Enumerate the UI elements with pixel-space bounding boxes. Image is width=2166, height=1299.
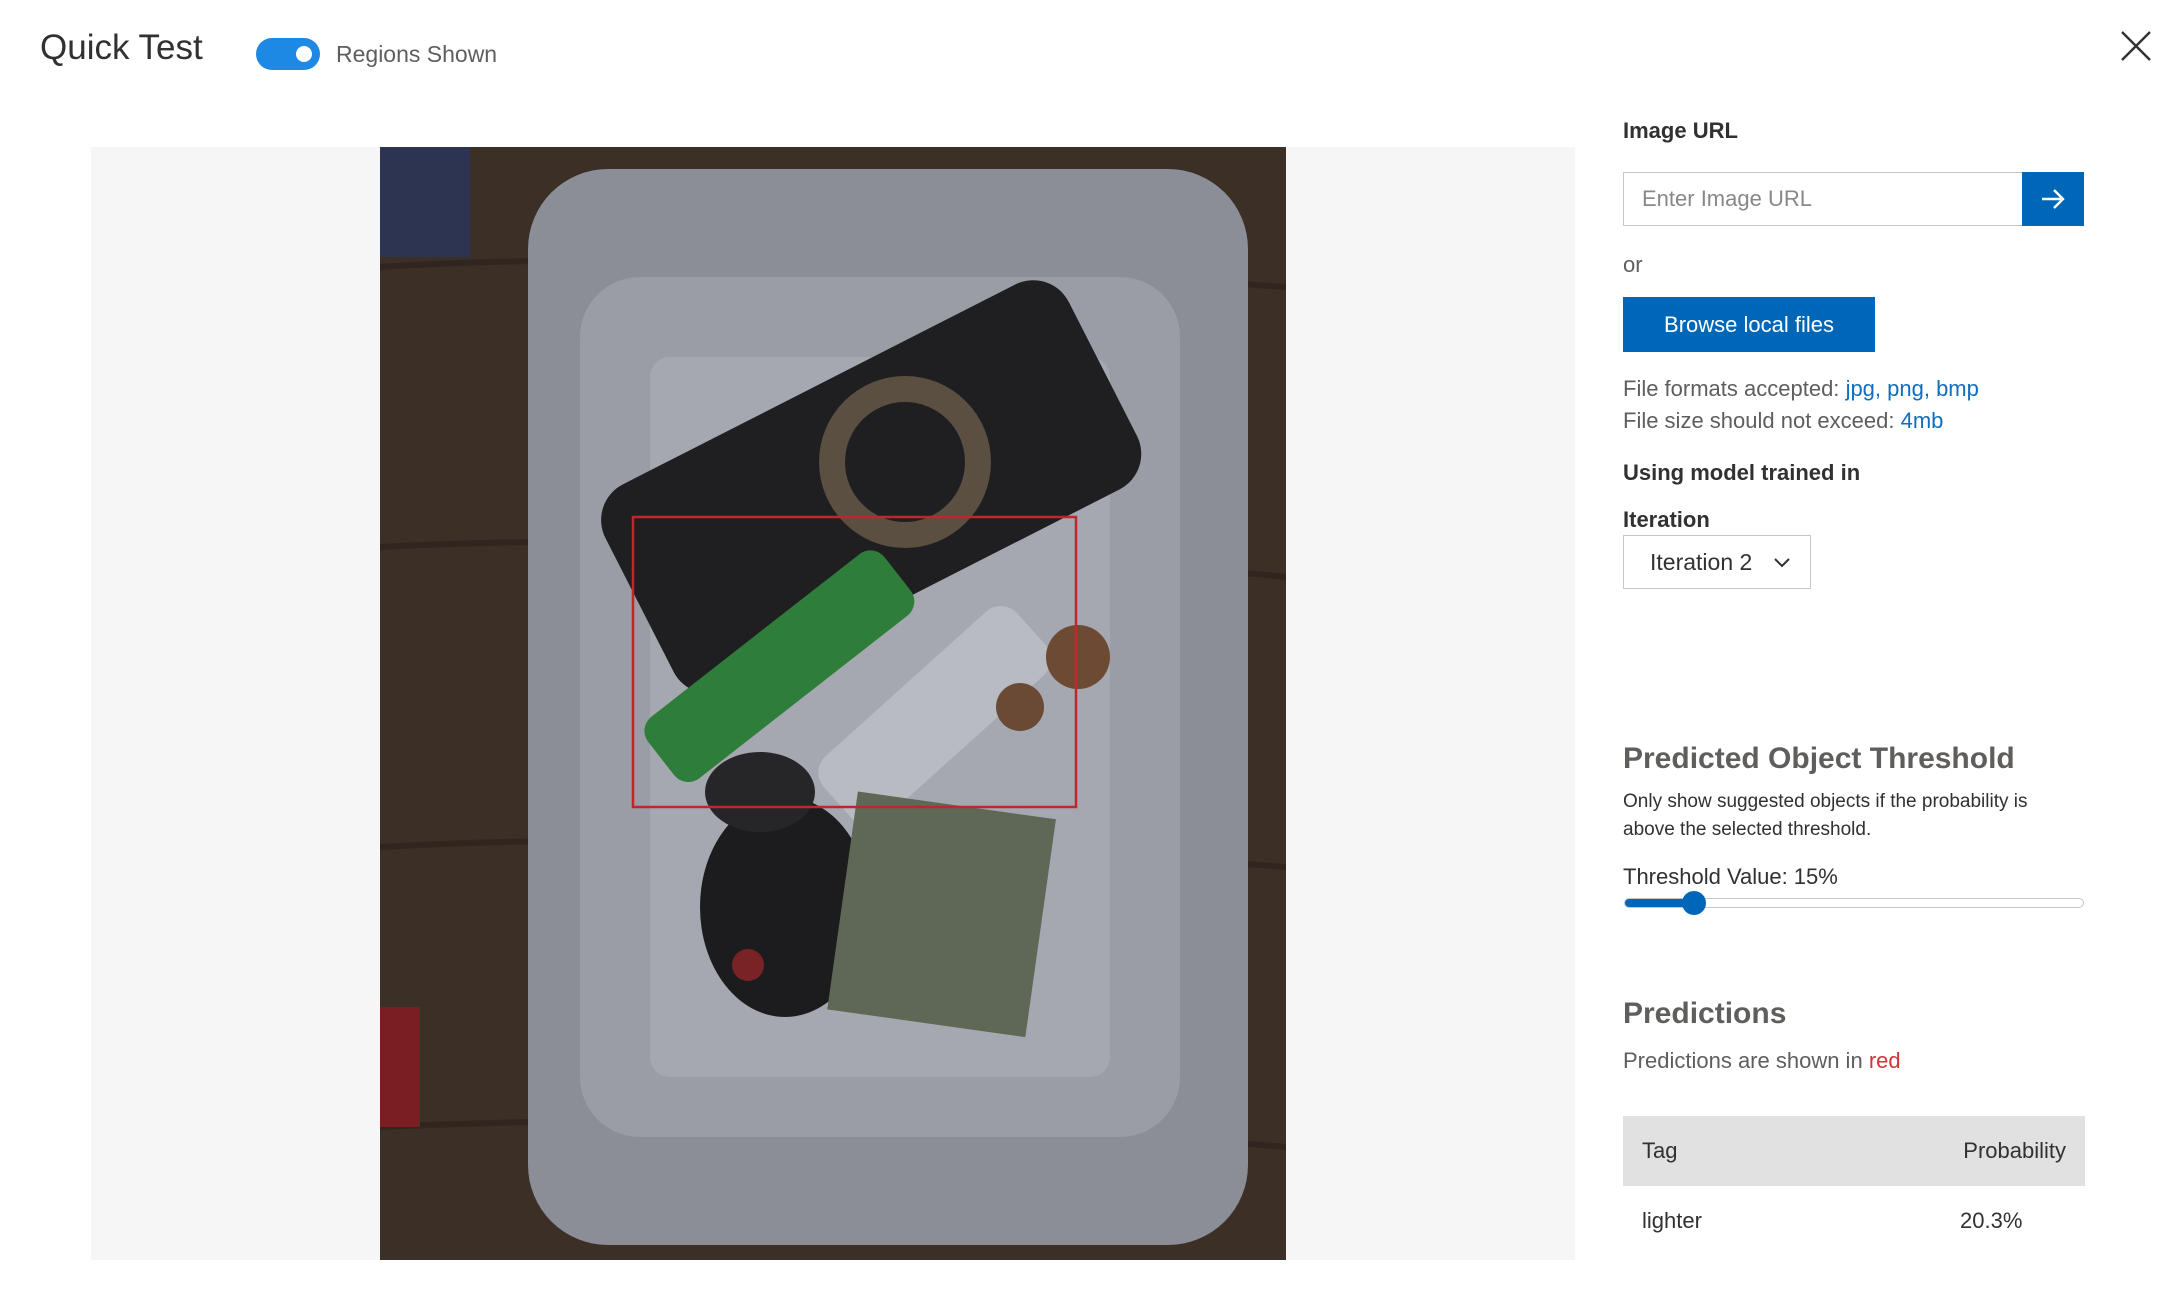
column-probability: Probability	[1963, 1138, 2066, 1163]
column-tag: Tag	[1642, 1138, 1678, 1163]
slider-thumb[interactable]	[1681, 891, 1706, 915]
threshold-value-label: Threshold Value: 15%	[1623, 864, 1838, 889]
file-size: File size should not exceed: 4mb	[1623, 408, 1943, 434]
threshold-description: Only show suggested objects if the proba…	[1623, 791, 2028, 840]
toggle-knob	[296, 46, 312, 62]
image-url-label: Image URL	[1623, 118, 1738, 143]
browse-local-files-button[interactable]: Browse local files	[1623, 297, 1875, 352]
row-tag: lighter	[1642, 1208, 1702, 1233]
threshold-slider[interactable]	[1624, 891, 2084, 915]
model-heading: Using model trained in	[1623, 460, 1861, 485]
table-row: lighter 20.3%	[1623, 1186, 2085, 1256]
predictions-heading: Predictions	[1623, 997, 1787, 1030]
threshold-heading: Predicted Object Threshold	[1623, 742, 2015, 775]
predictions-note-prefix: Predictions are shown in	[1623, 1048, 1863, 1073]
row-probability: 20.3%	[1960, 1208, 2023, 1233]
predictions-note: Predictions are shown in red	[1623, 1048, 1901, 1074]
or-text: or	[1623, 252, 1643, 277]
arrow-right-icon	[2042, 189, 2065, 209]
file-size-prefix: File size should not exceed:	[1623, 408, 1895, 433]
file-size-value: 4mb	[1900, 408, 1944, 433]
image-url-input[interactable]	[1623, 172, 2023, 226]
iteration-dropdown[interactable]: Iteration 2	[1623, 535, 1811, 589]
table-header: Tag Probability	[1623, 1116, 2085, 1186]
page-title: Quick Test	[40, 28, 203, 67]
iteration-label: Iteration	[1623, 507, 1710, 532]
submit-url-button[interactable]	[2022, 172, 2084, 226]
chevron-down-icon	[1774, 558, 1790, 568]
predictions-color-word: red	[1868, 1048, 1901, 1073]
toggle-label: Regions Shown	[336, 41, 498, 67]
test-image	[380, 147, 1286, 1260]
close-icon[interactable]	[2118, 28, 2154, 64]
file-formats-prefix: File formats accepted:	[1623, 376, 1840, 401]
iteration-selected: Iteration 2	[1650, 548, 1753, 575]
file-formats: File formats accepted: jpg, png, bmp	[1623, 376, 1979, 402]
file-formats-value: jpg, png, bmp	[1845, 376, 1979, 401]
predictions-table: Tag Probability lighter 20.3%	[1623, 1116, 2085, 1256]
regions-shown-toggle[interactable]	[256, 38, 320, 70]
